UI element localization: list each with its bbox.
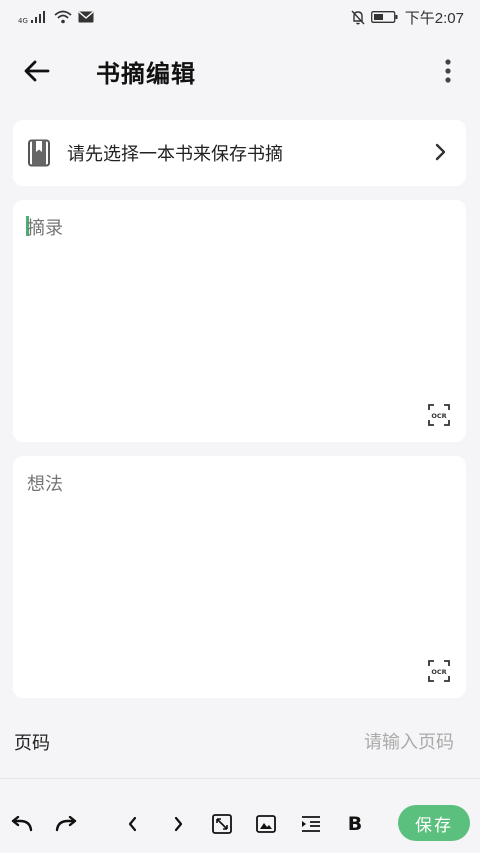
status-left: 4G — [18, 9, 94, 25]
excerpt-card: OCR — [13, 200, 466, 442]
indent-icon — [302, 816, 320, 832]
expand-icon — [212, 814, 232, 834]
thought-ocr-label: OCR — [431, 668, 446, 676]
cursor-left-button[interactable] — [121, 812, 145, 836]
wifi-icon — [54, 10, 72, 24]
save-button[interactable]: 保存 — [398, 805, 470, 841]
redo-button[interactable] — [54, 812, 78, 836]
status-bar: 4G 下午2:07 — [0, 0, 480, 34]
chevron-right-icon — [174, 816, 183, 832]
bold-button[interactable]: B — [343, 812, 367, 836]
mail-icon — [78, 11, 94, 23]
chevron-left-icon — [128, 816, 137, 832]
thought-ocr-button[interactable]: OCR — [428, 660, 450, 682]
excerpt-input[interactable] — [27, 214, 447, 404]
back-button[interactable] — [20, 54, 54, 88]
title-bar: 书摘编辑 — [0, 40, 480, 100]
cursor-right-button[interactable] — [166, 812, 190, 836]
more-vertical-icon — [445, 59, 451, 83]
ocr-scan-icon: OCR — [428, 660, 450, 682]
editor-toolbar: B 保存 — [0, 796, 480, 852]
more-menu-button[interactable] — [434, 54, 462, 88]
clock: 下午2:07 — [404, 9, 464, 27]
network-type: 4G — [18, 17, 28, 25]
signal-icon — [30, 11, 45, 23]
book-select-label: 请先选择一本书来保存书摘 — [67, 144, 283, 165]
expand-button[interactable] — [210, 812, 234, 836]
excerpt-ocr-button[interactable]: OCR — [428, 404, 450, 426]
insert-image-button[interactable] — [254, 812, 278, 836]
page-number-row: 页码 — [0, 718, 480, 766]
undo-icon — [11, 816, 33, 832]
arrow-left-icon — [24, 60, 50, 82]
excerpt-ocr-label: OCR — [431, 412, 446, 420]
thought-input[interactable] — [27, 470, 447, 660]
mute-bell-icon — [351, 10, 365, 24]
battery-icon — [370, 11, 398, 23]
book-icon — [28, 139, 50, 167]
page-number-label: 页码 — [14, 733, 50, 754]
page-number-input[interactable] — [314, 731, 454, 753]
chevron-right-icon — [435, 143, 446, 161]
divider — [0, 778, 480, 779]
thought-card: OCR — [13, 456, 466, 698]
page-title: 书摘编辑 — [96, 60, 196, 88]
book-select-row[interactable]: 请先选择一本书来保存书摘 — [13, 120, 466, 186]
image-icon — [256, 815, 276, 833]
redo-icon — [55, 816, 77, 832]
indent-button[interactable] — [299, 812, 323, 836]
ocr-scan-icon: OCR — [428, 404, 450, 426]
status-right: 下午2:07 — [351, 7, 464, 28]
undo-button[interactable] — [10, 812, 34, 836]
